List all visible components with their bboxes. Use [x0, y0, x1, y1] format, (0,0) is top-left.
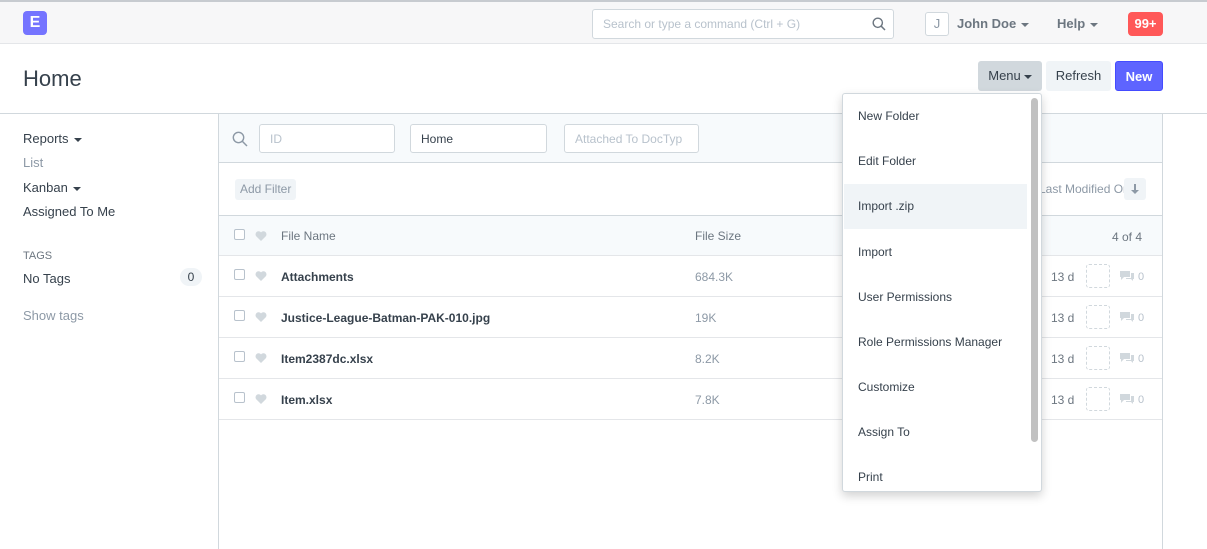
chevron-down-icon	[73, 137, 82, 142]
help-menu[interactable]: Help	[1057, 16, 1099, 31]
sidebar-item-label: Reports	[23, 131, 69, 146]
sidebar-item-label: Kanban	[23, 180, 68, 195]
show-tags-link[interactable]: Show tags	[23, 308, 84, 323]
tags-heading: TAGS	[23, 250, 53, 262]
file-size: 8.2K	[695, 352, 720, 366]
menu-item-customize[interactable]: Customize	[844, 365, 1027, 410]
comment-count: 0	[1138, 394, 1145, 406]
assign-placeholder[interactable]	[1086, 346, 1110, 370]
user-menu[interactable]: John Doe	[957, 16, 1030, 31]
menu-item-new-folder[interactable]: New Folder	[844, 94, 1027, 139]
folder-filter-input[interactable]	[410, 124, 547, 153]
sidebar-item-assigned-to-me[interactable]: Assigned To Me	[23, 204, 115, 219]
help-label: Help	[1057, 16, 1086, 31]
menu-label: Menu	[988, 68, 1021, 83]
menu-button[interactable]: Menu	[978, 61, 1042, 91]
app-logo[interactable]: E	[23, 11, 47, 35]
awesomebar	[592, 9, 894, 39]
heart-icon[interactable]	[255, 393, 267, 405]
comment-icon	[1120, 394, 1134, 404]
attached-to-doctype-input[interactable]	[564, 124, 699, 153]
file-size: 7.8K	[695, 393, 720, 407]
modified-time: 13 d	[1051, 270, 1075, 284]
heart-icon[interactable]	[255, 311, 267, 323]
menu-item-assign-to[interactable]: Assign To	[844, 410, 1027, 455]
assign-placeholder[interactable]	[1086, 387, 1110, 411]
sidebar-item-kanban[interactable]: Kanban	[23, 180, 81, 195]
id-filter-input[interactable]	[259, 124, 395, 153]
chevron-down-icon	[1021, 22, 1030, 27]
sort-selector[interactable]: Last Modified On	[1039, 182, 1130, 196]
menu-item-user-permissions[interactable]: User Permissions	[844, 275, 1027, 320]
file-name-link[interactable]: Attachments	[281, 270, 354, 284]
comment-icon	[1120, 312, 1134, 322]
add-filter-button[interactable]: Add Filter	[235, 179, 297, 200]
tag-count-badge: 0	[180, 268, 202, 286]
modified-time: 13 d	[1051, 352, 1075, 366]
comment-count: 0	[1138, 312, 1145, 324]
heart-icon[interactable]	[255, 270, 267, 282]
user-avatar[interactable]: J	[925, 12, 949, 36]
result-count: 4 of 4	[1112, 230, 1143, 244]
file-name-link[interactable]: Item2387dc.xlsx	[281, 352, 373, 366]
notifications-badge[interactable]: 99+	[1128, 12, 1163, 36]
file-size: 19K	[695, 311, 717, 325]
menu-item-import-zip[interactable]: Import .zip	[844, 184, 1027, 229]
search-input[interactable]	[593, 10, 863, 38]
sidebar-item-no-tags[interactable]: No Tags	[23, 271, 70, 286]
comment-icon	[1120, 353, 1134, 363]
file-name-link[interactable]: Item.xlsx	[281, 393, 332, 407]
sidebar-item-list[interactable]: List	[23, 155, 43, 170]
page-title: Home	[23, 66, 82, 91]
modified-time: 13 d	[1051, 311, 1075, 325]
sidebar-item-reports[interactable]: Reports	[23, 131, 82, 146]
modified-time: 13 d	[1051, 393, 1075, 407]
menu-dropdown: New Folder Edit Folder Import .zip Impor…	[842, 93, 1042, 492]
comment-icon	[1120, 271, 1134, 281]
menu-scrollbar[interactable]	[1031, 98, 1038, 442]
select-all-checkbox[interactable]	[234, 229, 245, 240]
menu-item-import[interactable]: Import	[844, 230, 1027, 275]
row-checkbox[interactable]	[234, 392, 245, 403]
row-checkbox[interactable]	[234, 269, 245, 280]
sort-order-button[interactable]	[1124, 178, 1146, 200]
row-checkbox[interactable]	[234, 351, 245, 362]
column-header-file-name: File Name	[281, 229, 336, 243]
navbar: E J John Doe Help 99+	[0, 0, 1207, 44]
menu-item-edit-folder[interactable]: Edit Folder	[844, 139, 1027, 184]
search-icon[interactable]	[872, 17, 886, 31]
new-button[interactable]: New	[1115, 61, 1163, 91]
file-size: 684.3K	[695, 270, 734, 284]
heart-icon[interactable]	[255, 230, 267, 242]
assign-placeholder[interactable]	[1086, 305, 1110, 329]
heart-icon[interactable]	[255, 352, 267, 364]
menu-item-print[interactable]: Print	[844, 455, 1027, 491]
comment-count: 0	[1138, 271, 1145, 283]
file-name-link[interactable]: Justice-League-Batman-PAK-010.jpg	[281, 311, 490, 325]
chevron-down-icon	[1023, 74, 1032, 79]
search-icon	[232, 131, 248, 147]
refresh-button[interactable]: Refresh	[1046, 61, 1111, 91]
row-checkbox[interactable]	[234, 310, 245, 321]
assign-placeholder[interactable]	[1086, 264, 1110, 288]
menu-item-role-permissions-manager[interactable]: Role Permissions Manager	[844, 320, 1027, 365]
user-name-label: John Doe	[957, 16, 1017, 31]
comment-count: 0	[1138, 353, 1145, 365]
chevron-down-icon	[1090, 22, 1099, 27]
chevron-down-icon	[72, 186, 81, 191]
arrow-down-icon	[1131, 184, 1139, 194]
column-header-file-size: File Size	[695, 229, 742, 243]
